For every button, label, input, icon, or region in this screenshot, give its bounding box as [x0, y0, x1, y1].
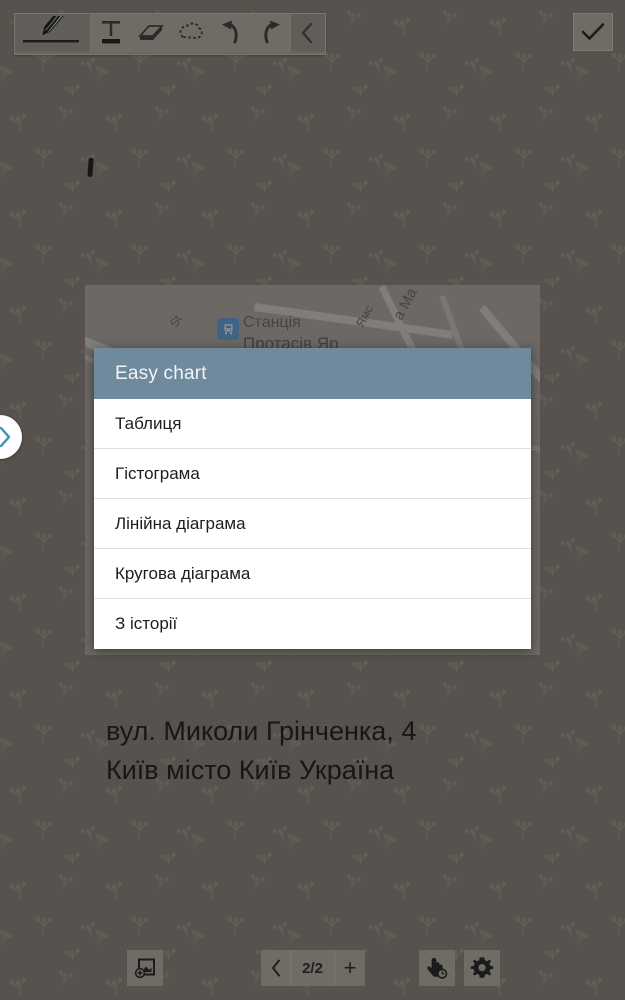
address-line-1: вул. Миколи Грінченка, 4 — [106, 716, 417, 746]
eraser-tool[interactable] — [131, 14, 171, 52]
address-text-block: вул. Миколи Грінченка, 4 Київ місто Київ… — [106, 712, 546, 790]
redo-tool[interactable] — [251, 14, 291, 52]
dialog-option-label: Гістограма — [115, 463, 200, 483]
dialog-option-label: Лінійна діаграма — [115, 513, 246, 533]
page-count-label: 2/2 — [291, 950, 335, 986]
page-prev-button[interactable] — [261, 950, 291, 986]
dialog-option-from-history[interactable]: З історії — [94, 599, 531, 649]
hand-pointer-clock-icon — [427, 958, 448, 979]
dialog-option-table[interactable]: Таблиця — [94, 399, 531, 449]
page-add-button[interactable]: + — [335, 950, 365, 986]
lasso-icon — [179, 22, 203, 39]
eraser-icon — [137, 25, 164, 40]
dialog-option-label: Таблиця — [115, 413, 182, 433]
dialog-option-histogram[interactable]: Гістограма — [94, 449, 531, 499]
pen-tool[interactable] — [15, 14, 91, 52]
add-image-button[interactable] — [127, 950, 163, 986]
lasso-select-tool[interactable] — [171, 14, 211, 52]
dialog-header: Easy chart — [94, 348, 531, 399]
drawing-toolbar — [14, 13, 326, 55]
dialog-option-line-chart[interactable]: Лінійна діаграма — [94, 499, 531, 549]
gear-icon — [470, 957, 494, 978]
pen-icon — [22, 16, 79, 43]
dialog-option-label: З історії — [115, 614, 178, 633]
plus-icon: + — [343, 955, 357, 980]
chevron-left-icon — [271, 959, 280, 977]
chevron-left-icon — [301, 22, 313, 44]
chevron-right-icon — [0, 426, 11, 448]
checkmark-icon — [581, 23, 605, 40]
undo-tool[interactable] — [211, 14, 251, 52]
address-line-2: Київ місто Київ Україна — [106, 755, 395, 785]
dialog-option-label: Кругова діаграма — [115, 563, 251, 583]
page-navigator: 2/2 + — [261, 950, 365, 986]
collapse-toolbar-button[interactable] — [291, 14, 325, 52]
easy-chart-dialog: Easy chart Таблиця Гістограма Лінійна ді… — [94, 348, 531, 649]
dialog-title: Easy chart — [115, 362, 207, 384]
undo-arrow-icon — [221, 20, 238, 44]
text-tool[interactable] — [91, 14, 131, 52]
pointer-tool-button[interactable] — [419, 950, 455, 986]
dialog-option-pie-chart[interactable]: Кругова діаграма — [94, 549, 531, 599]
add-image-icon — [134, 958, 155, 979]
text-t-icon — [101, 21, 120, 44]
settings-button[interactable] — [464, 950, 500, 986]
redo-arrow-icon — [263, 20, 280, 44]
confirm-button[interactable] — [573, 13, 613, 51]
bottom-toolbar: 2/2 + — [0, 950, 625, 986]
